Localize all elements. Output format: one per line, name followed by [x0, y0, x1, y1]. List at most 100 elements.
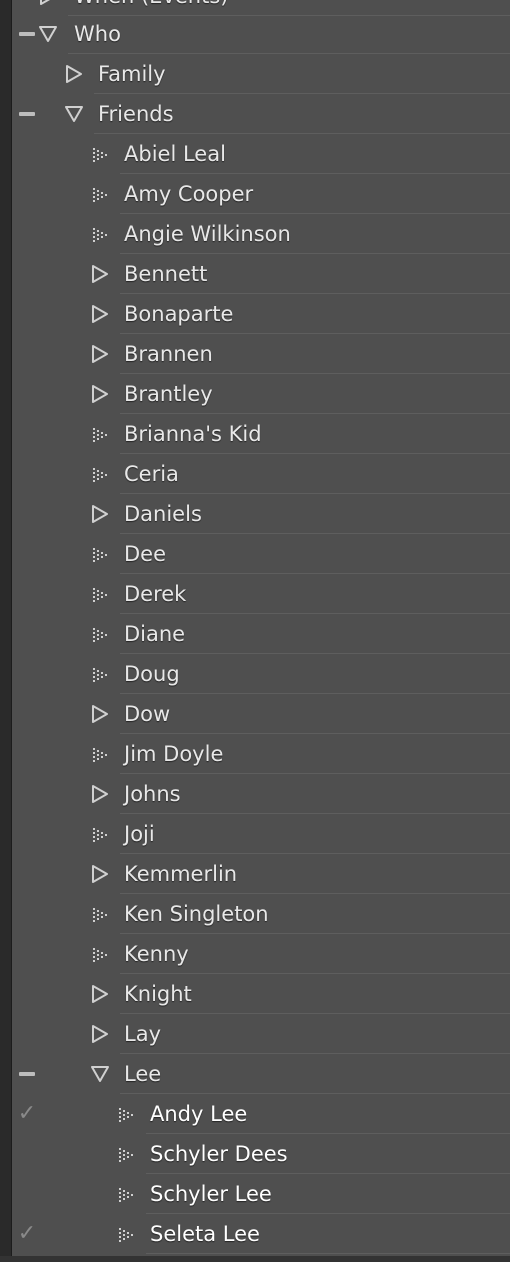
keyword-leaf-icon	[88, 814, 112, 854]
keyword-label: Diane	[124, 622, 186, 646]
keyword-row-johns[interactable]: Johns	[12, 774, 510, 814]
keyword-leaf-icon	[88, 534, 112, 574]
keyword-label: Friends	[98, 102, 174, 126]
keyword-label: Schyler Dees	[150, 1142, 288, 1166]
panel-left-border	[0, 0, 12, 1262]
keyword-label: Seleta Lee	[150, 1222, 260, 1246]
keyword-leaf-icon	[88, 894, 112, 934]
keyword-label: Daniels	[124, 502, 202, 526]
collapse-dash-icon	[16, 94, 38, 134]
keyword-label: Joji	[124, 822, 155, 846]
keyword-row-andy-lee[interactable]: ✓ Andy Lee	[12, 1094, 510, 1134]
keyword-leaf-icon	[88, 934, 112, 974]
keyword-row-abiel-leal[interactable]: Abiel Leal	[12, 134, 510, 174]
collapse-dash-icon	[16, 14, 38, 54]
row-divider	[146, 1253, 510, 1254]
keyword-label: Johns	[124, 782, 181, 806]
keyword-leaf-icon	[88, 734, 112, 774]
triangle-down-icon[interactable]	[62, 94, 86, 134]
keyword-label: Kemmerlin	[124, 862, 238, 886]
keyword-row-dow[interactable]: Dow	[12, 694, 510, 734]
keyword-row-schyler-lee[interactable]: Schyler Lee	[12, 1174, 510, 1214]
keyword-row-friends[interactable]: Friends	[12, 94, 510, 134]
triangle-right-icon[interactable]	[88, 494, 112, 534]
triangle-right-icon[interactable]	[88, 374, 112, 414]
keyword-label: Bonaparte	[124, 302, 234, 326]
keyword-row-daniels[interactable]: Daniels	[12, 494, 510, 534]
keyword-label: Angie Wilkinson	[124, 222, 291, 246]
keyword-leaf-icon	[88, 134, 112, 174]
keyword-row-angie-wilkinson[interactable]: Angie Wilkinson	[12, 214, 510, 254]
keyword-row-who[interactable]: Who	[12, 14, 510, 54]
keyword-row-dee[interactable]: Dee	[12, 534, 510, 574]
keyword-label: Schyler Lee	[150, 1182, 272, 1206]
triangle-right-icon[interactable]	[88, 254, 112, 294]
panel-bottom-edge	[0, 1256, 510, 1262]
keyword-label: Amy Cooper	[124, 182, 254, 206]
triangle-right-icon[interactable]	[88, 854, 112, 894]
triangle-right-icon[interactable]	[88, 334, 112, 374]
triangle-down-icon[interactable]	[36, 14, 60, 54]
keyword-leaf-icon	[88, 174, 112, 214]
keyword-row-jim-doyle[interactable]: Jim Doyle	[12, 734, 510, 774]
keyword-leaf-icon	[114, 1174, 138, 1214]
keyword-leaf-icon	[88, 654, 112, 694]
keyword-label: Dee	[124, 542, 167, 566]
keyword-label: Lay	[124, 1022, 161, 1046]
collapse-dash-icon	[16, 1054, 38, 1094]
keyword-label: Dow	[124, 702, 171, 726]
keyword-label: Abiel Leal	[124, 142, 226, 166]
triangle-right-icon[interactable]	[88, 1014, 112, 1054]
checkmark-icon[interactable]: ✓	[16, 1094, 38, 1134]
keyword-row-kemmerlin[interactable]: Kemmerlin	[12, 854, 510, 894]
keyword-row-family[interactable]: Family	[12, 54, 510, 94]
keyword-row-derek[interactable]: Derek	[12, 574, 510, 614]
checkmark-icon[interactable]: ✓	[16, 1214, 38, 1254]
triangle-right-icon[interactable]	[62, 54, 86, 94]
keyword-leaf-icon	[88, 614, 112, 654]
keyword-label: Derek	[124, 582, 187, 606]
keyword-row-lee[interactable]: Lee	[12, 1054, 510, 1094]
keyword-label: Jim Doyle	[124, 742, 224, 766]
keyword-leaf-icon	[114, 1214, 138, 1254]
keyword-row-bonaparte[interactable]: Bonaparte	[12, 294, 510, 334]
keyword-label: Ken Singleton	[124, 902, 269, 926]
keyword-row-joji[interactable]: Joji	[12, 814, 510, 854]
keyword-row-brianna-s-kid[interactable]: Brianna's Kid	[12, 414, 510, 454]
keyword-row-kenny[interactable]: Kenny	[12, 934, 510, 974]
keyword-row-brantley[interactable]: Brantley	[12, 374, 510, 414]
keyword-leaf-icon	[114, 1094, 138, 1134]
keyword-list-panel: When (Events)WhoFamilyFriendsAbiel LealA…	[0, 0, 510, 1262]
keyword-row-doug[interactable]: Doug	[12, 654, 510, 694]
keyword-row-brannen[interactable]: Brannen	[12, 334, 510, 374]
keyword-label: Ceria	[124, 462, 179, 486]
keyword-label: Doug	[124, 662, 180, 686]
keyword-leaf-icon	[114, 1134, 138, 1174]
keyword-row-ken-singleton[interactable]: Ken Singleton	[12, 894, 510, 934]
keyword-label: Andy Lee	[150, 1102, 248, 1126]
keyword-row-ceria[interactable]: Ceria	[12, 454, 510, 494]
triangle-down-icon[interactable]	[88, 1054, 112, 1094]
keyword-row-seleta-lee[interactable]: ✓ Seleta Lee	[12, 1214, 510, 1254]
keyword-label: Brianna's Kid	[124, 422, 262, 446]
keyword-leaf-icon	[88, 414, 112, 454]
keyword-row-amy-cooper[interactable]: Amy Cooper	[12, 174, 510, 214]
triangle-right-icon[interactable]	[88, 974, 112, 1014]
keyword-row-lay[interactable]: Lay	[12, 1014, 510, 1054]
keyword-label: Brantley	[124, 382, 213, 406]
keyword-row-schyler-dees[interactable]: Schyler Dees	[12, 1134, 510, 1174]
triangle-right-icon[interactable]	[88, 694, 112, 734]
triangle-right-icon[interactable]	[88, 294, 112, 334]
keyword-label: Who	[74, 22, 121, 46]
keyword-row-knight[interactable]: Knight	[12, 974, 510, 1014]
keyword-label: Knight	[124, 982, 192, 1006]
keyword-label: Family	[98, 62, 166, 86]
keyword-row-diane[interactable]: Diane	[12, 614, 510, 654]
keyword-leaf-icon	[88, 214, 112, 254]
triangle-right-icon[interactable]	[88, 774, 112, 814]
keyword-leaf-icon	[88, 454, 112, 494]
keyword-row-bennett[interactable]: Bennett	[12, 254, 510, 294]
keyword-leaf-icon	[88, 574, 112, 614]
keyword-label: Lee	[124, 1062, 162, 1086]
keyword-label: Bennett	[124, 262, 208, 286]
